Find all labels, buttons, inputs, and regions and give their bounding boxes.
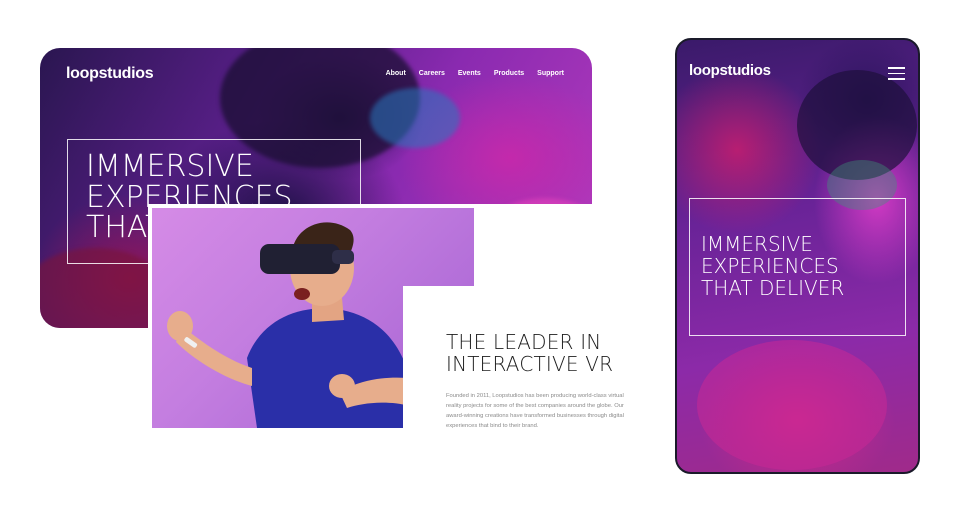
- vr-headset: [260, 244, 340, 274]
- nav-link-support[interactable]: Support: [537, 70, 564, 77]
- vr-photo: [152, 208, 475, 429]
- vr-headset-strap: [332, 250, 354, 264]
- nav-link-careers[interactable]: Careers: [419, 70, 445, 77]
- site-logo[interactable]: loopstudios: [689, 62, 771, 79]
- hero-heading: IMMERSIVE EXPERIENCES THAT DELIVER: [701, 233, 901, 299]
- site-logo[interactable]: loopstudios: [66, 65, 154, 83]
- mobile-hero-mockup: loopstudios IMMERSIVE EXPERIENCES THAT D…: [675, 38, 920, 474]
- shirt: [247, 308, 414, 428]
- hero-heading-line: EXPERIENCES: [701, 254, 839, 278]
- section-title-line: INTERACTIVE VR: [446, 352, 614, 377]
- right-hand: [329, 374, 355, 398]
- section-title: THE LEADER IN INTERACTIVE VR: [446, 331, 646, 376]
- open-mouth: [294, 288, 310, 300]
- hero-bg-shape: [370, 88, 460, 148]
- section-title-line: THE LEADER IN: [446, 330, 602, 354]
- nav-link-about[interactable]: About: [386, 70, 406, 77]
- hero-heading-line: IMMERSIVE: [701, 232, 813, 256]
- hero-heading-line: IMMERSIVE: [86, 149, 254, 184]
- left-hand: [167, 311, 193, 341]
- nav-link-events[interactable]: Events: [458, 70, 481, 77]
- hero-heading-line: THAT DELIVER: [701, 276, 845, 300]
- hero-bg-shape: [697, 340, 887, 470]
- hamburger-menu-icon[interactable]: [888, 67, 905, 80]
- section-body: Founded in 2011, Loopstudios has been pr…: [446, 393, 624, 430]
- main-nav: About Careers Events Products Support: [386, 70, 564, 77]
- nav-link-products[interactable]: Products: [494, 70, 524, 77]
